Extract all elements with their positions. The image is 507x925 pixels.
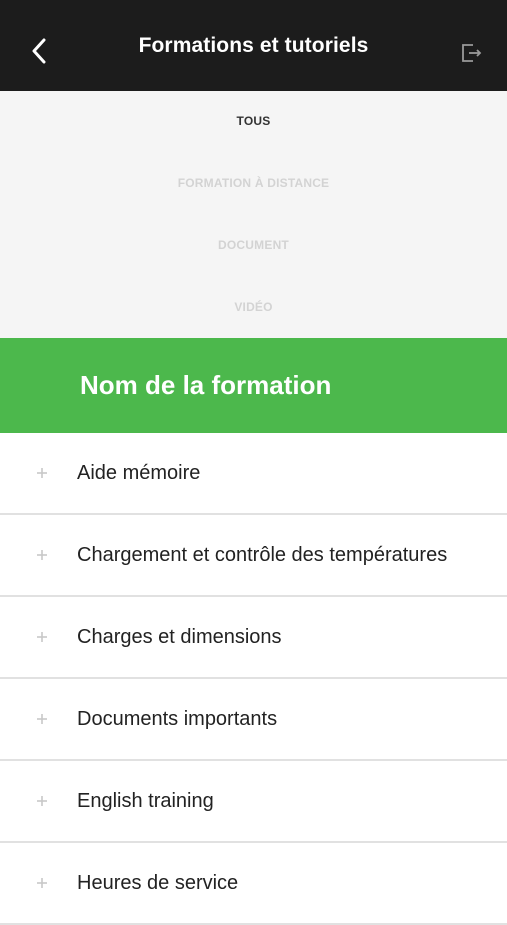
list-item-label: Charges et dimensions [77, 625, 282, 648]
plus-icon [37, 632, 47, 642]
formation-list: Aide mémoire Chargement et contrôle des … [0, 433, 507, 925]
list-item-label: English training [77, 789, 214, 812]
back-button[interactable] [24, 36, 54, 66]
chevron-left-icon [32, 38, 46, 64]
list-item[interactable]: Aide mémoire [0, 433, 507, 515]
list-item[interactable]: Heures de service [0, 843, 507, 925]
filter-tab-tous[interactable]: TOUS [0, 114, 507, 128]
list-item-label: Aide mémoire [77, 461, 201, 484]
plus-icon [37, 468, 47, 478]
list-item[interactable]: English training [0, 761, 507, 843]
plus-icon [37, 796, 47, 806]
logout-button[interactable] [461, 42, 483, 64]
plus-icon [37, 714, 47, 724]
filter-tab-formation-a-distance[interactable]: FORMATION À DISTANCE [0, 176, 507, 190]
filter-tab-document[interactable]: DOCUMENT [0, 238, 507, 252]
list-item-label: Documents importants [77, 707, 278, 730]
list-item[interactable]: Documents importants [0, 679, 507, 761]
app-header: Formations et tutoriels [0, 0, 507, 91]
plus-icon [37, 550, 47, 560]
logout-icon [462, 44, 482, 62]
list-item[interactable]: Chargement et contrôle des températures [0, 515, 507, 597]
list-item-label: Chargement et contrôle des températures [77, 543, 448, 566]
plus-icon [37, 878, 47, 888]
list-item[interactable]: Charges et dimensions [0, 597, 507, 679]
filter-tab-video[interactable]: VIDÉO [0, 300, 507, 314]
list-item-label: Heures de service [77, 871, 239, 894]
filter-tabs: TOUS FORMATION À DISTANCE DOCUMENT VIDÉO [0, 91, 507, 338]
section-banner: Nom de la formation [0, 338, 507, 433]
page-title: Formations et tutoriels [138, 33, 369, 57]
